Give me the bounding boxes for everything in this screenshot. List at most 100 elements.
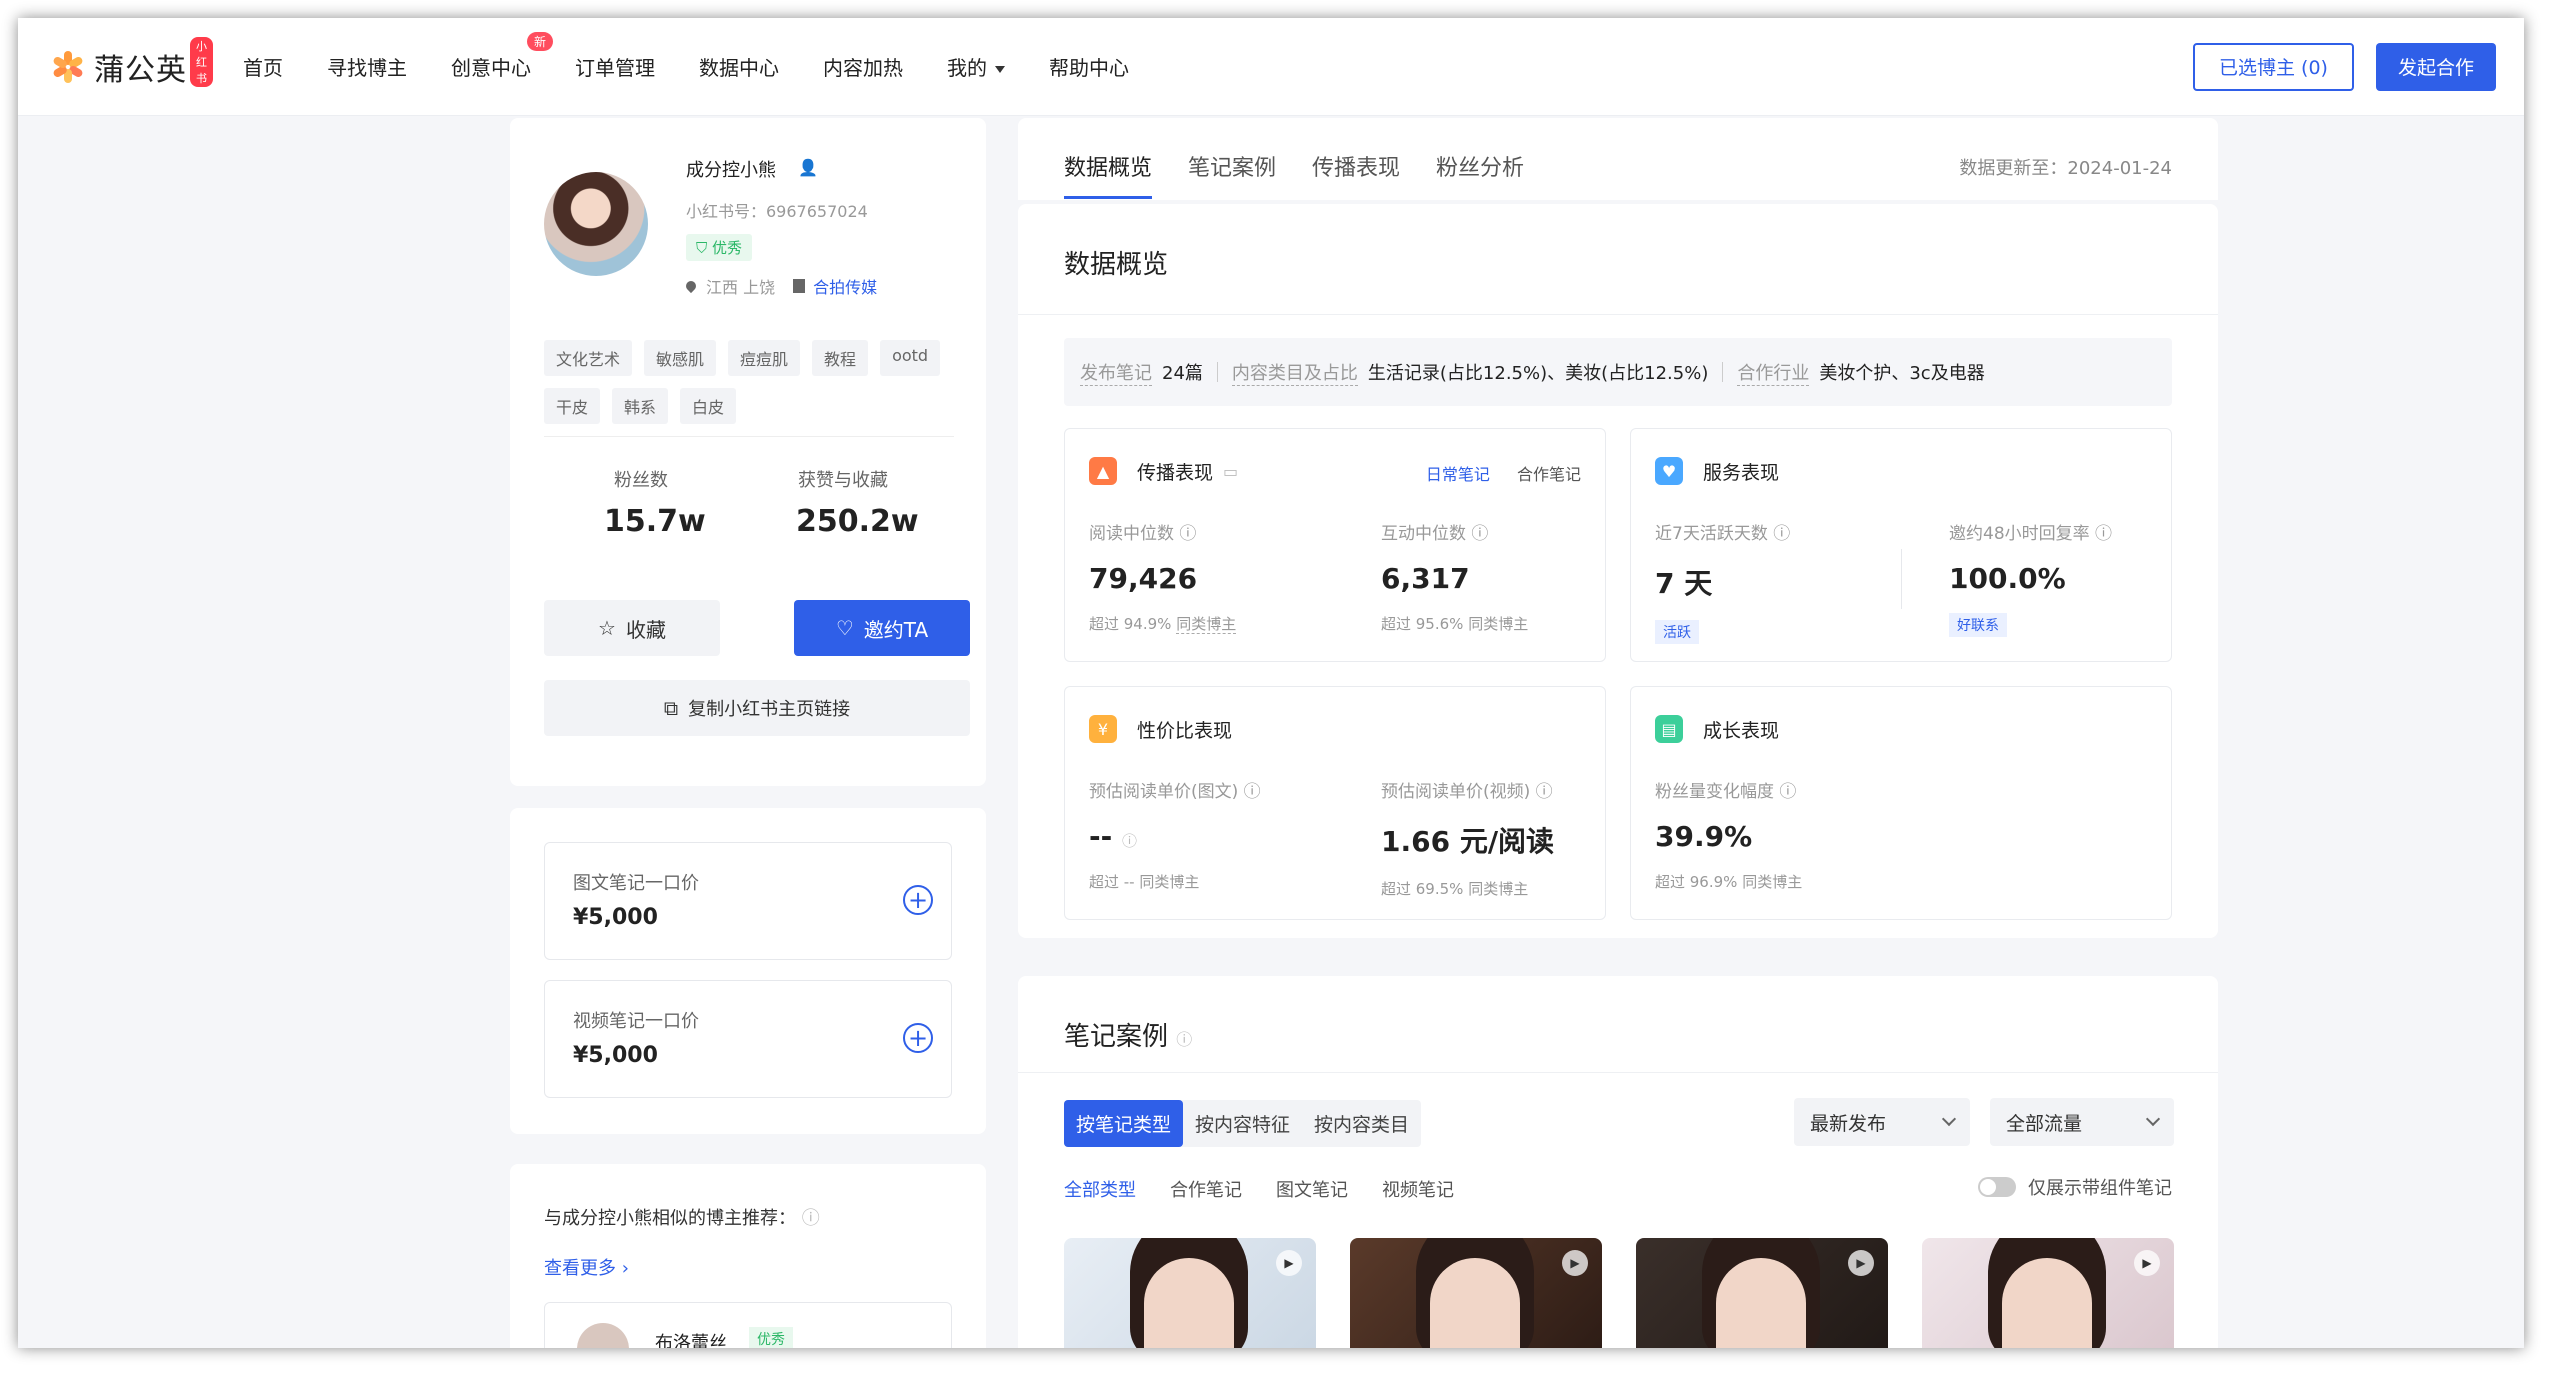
copy-homepage-link-button[interactable]: ⧉ 复制小红书主页链接 [544,680,970,736]
invite-button[interactable]: ♡ 邀约TA [794,600,970,656]
price-value: ¥5,000 [573,1043,658,1068]
type-coop[interactable]: 合作笔记 [1170,1176,1242,1202]
creator-name: 布洛蕾丝 [655,1333,727,1348]
similar-creators-title: 与成分控小熊相似的博主推荐： ⓘ [544,1208,820,1229]
favorite-button[interactable]: ☆ 收藏 [544,600,720,656]
group-by-content-category[interactable]: 按内容类目 [1302,1100,1421,1147]
tab-spread[interactable]: 传播表现 [1312,150,1400,199]
xhs-id: 小红书号：6967657024 [686,202,868,221]
tag: 教程 [812,340,869,376]
tag-list: 文化艺术 敏感肌 痘痘肌 教程 ootd 干皮 韩系 白皮 [544,340,964,436]
agency-link[interactable]: 合拍传媒 [813,274,877,298]
type-all[interactable]: 全部类型 [1064,1176,1136,1202]
box-header: ♥ 服务表现 [1655,457,1779,485]
logo-badge: 小红书 [190,36,213,87]
box-title: 成长表现 [1703,719,1780,742]
summary-value: 生活记录(占比12.5%)、美妆(占比12.5%) [1367,363,1709,384]
summary-value: 24篇 [1162,363,1203,384]
type-video[interactable]: 视频笔记 [1382,1176,1454,1202]
tag: 文化艺术 [544,340,633,376]
avatar [577,1323,629,1348]
tab-note-cases[interactable]: 笔记案例 [1188,150,1276,199]
type-image[interactable]: 图文笔记 [1276,1176,1348,1202]
female-user-icon: 👤 [798,158,818,177]
metric-value: 100.0% [1949,562,2066,595]
location-text: 江西 上饶 [706,278,776,297]
divider [544,436,954,437]
similar-creators-card: 与成分控小熊相似的博主推荐： ⓘ 查看更多 › 布洛蕾丝 优秀 [510,1164,986,1348]
nav-orders[interactable]: 订单管理 [575,52,655,81]
tag: 干皮 [544,388,601,424]
metric-value: 6,317 [1381,562,1470,595]
nav-content-boost[interactable]: 内容加热 [823,52,903,81]
add-circle-icon[interactable]: + [903,1023,933,1053]
profile-card: 成分控小熊 👤 小红书号：6967657024 ⛉ 优秀 江西 上饶 合拍传媒 … [510,118,986,786]
spread-performance-box: ▲ 传播表现 ▭ 日常笔记 合作笔记 阅读中位数 ⓘ 79,426 超过 94.… [1064,428,1606,662]
note-grouping-segmented: 按笔记类型 按内容特征 按内容类目 [1064,1100,1422,1147]
metric-value: 39.9% [1655,820,1753,853]
logo-text: 蒲公英 [94,52,187,88]
image-note-price: 图文笔记一口价 ¥5,000 + [544,842,952,960]
nav-home[interactable]: 首页 [243,52,283,81]
doc-icon: ▭ [1223,461,1239,481]
play-icon: ▶ [1276,1250,1302,1276]
location-row: 江西 上饶 合拍传媒 [683,274,877,298]
cost-performance-box: ¥ 性价比表现 预估阅读单价(图文) ⓘ -- ⓘ 超过 -- 同类博主 预估阅… [1064,686,1606,920]
start-cooperation-button[interactable]: 发起合作 [2375,42,2496,91]
creator-name: 成分控小熊 [686,160,776,181]
metric-read-median: 阅读中位数 ⓘ 79,426 超过 94.9% 同类博主 [1089,519,1339,634]
nav-creative-center[interactable]: 创意中心新 [451,32,553,81]
section-title: 数据概览 [1064,250,1169,280]
service-performance-box: ♥ 服务表现 近7天活跃天数 ⓘ 7 天 活跃 邀约48小时回复率 ⓘ 100.… [1630,428,2172,662]
summary-bar: 发布笔记 24篇 内容类目及占比 生活记录(占比12.5%)、美妆(占比12.5… [1064,338,2172,406]
note-thumbnail[interactable]: ▶ [1636,1238,1888,1348]
daily-notes-tab[interactable]: 日常笔记 [1426,465,1490,484]
box-header: ▤ 成长表现 [1655,715,1779,743]
chart-icon: ▤ [1655,715,1683,743]
info-icon: ⓘ [801,1208,820,1229]
nav-help[interactable]: 帮助中心 [1049,52,1129,81]
nav-mine[interactable]: 我的 [947,52,1005,81]
sort-dropdown[interactable]: 最新发布 [1794,1098,1970,1146]
avatar [544,172,648,276]
view-more-link[interactable]: 查看更多 › [544,1254,629,1280]
info-icon: ⓘ [1535,782,1553,802]
excellent-badge: 优秀 [749,1327,793,1348]
tab-fans-analysis[interactable]: 粉丝分析 [1436,150,1524,199]
status-chip: 好联系 [1949,613,2007,637]
building-icon [793,279,806,293]
megaphone-icon: ▲ [1089,457,1117,485]
note-thumbnail[interactable]: ▶ [1922,1238,2174,1348]
group-by-content-feature[interactable]: 按内容特征 [1183,1100,1302,1147]
price-label: 图文笔记一口价 [573,873,699,894]
box-title: 性价比表现 [1137,719,1233,742]
traffic-dropdown[interactable]: 全部流量 [1990,1098,2174,1146]
nav-data-center[interactable]: 数据中心 [699,52,779,81]
caret-down-icon [995,66,1005,73]
add-circle-icon[interactable]: + [903,885,933,915]
info-icon: ⓘ [1122,832,1138,850]
copy-icon: ⧉ [663,696,679,720]
group-by-note-type[interactable]: 按笔记类型 [1064,1100,1184,1147]
heart-shield-icon: ♡ [835,616,854,640]
chevron-down-icon [2145,1111,2161,1127]
status-chip: 活跃 [1655,620,1699,644]
info-icon: ⓘ [1243,782,1261,802]
info-icon: ⓘ [1773,524,1791,544]
tab-data-overview[interactable]: 数据概览 [1064,150,1153,199]
selected-creators-button[interactable]: 已选博主 (0) [2193,42,2354,91]
metric-interaction-median: 互动中位数 ⓘ 6,317 超过 95.6% 同类博主 [1381,519,1631,634]
coop-notes-tab[interactable]: 合作笔记 [1517,465,1581,484]
note-thumbnail[interactable]: ▶ [1064,1238,1316,1348]
nav-find-creators[interactable]: 寻找博主 [327,52,407,81]
logo[interactable]: 蒲公英 小红书 [50,36,213,89]
fans-label: 粉丝数 [614,470,668,491]
note-thumbnail[interactable]: ▶ [1350,1238,1602,1348]
summary-value: 美妆个护、3c及电器 [1819,363,1985,384]
box-header: ¥ 性价比表现 [1089,715,1232,743]
chevron-down-icon [1941,1111,1957,1127]
similar-creator-item[interactable]: 布洛蕾丝 优秀 [544,1302,952,1348]
component-notes-toggle[interactable] [1978,1177,2016,1197]
note-type-filter: 全部类型 合作笔记 图文笔记 视频笔记 [1064,1176,1488,1202]
header-actions: 已选博主 (0) 发起合作 [2193,42,2496,91]
